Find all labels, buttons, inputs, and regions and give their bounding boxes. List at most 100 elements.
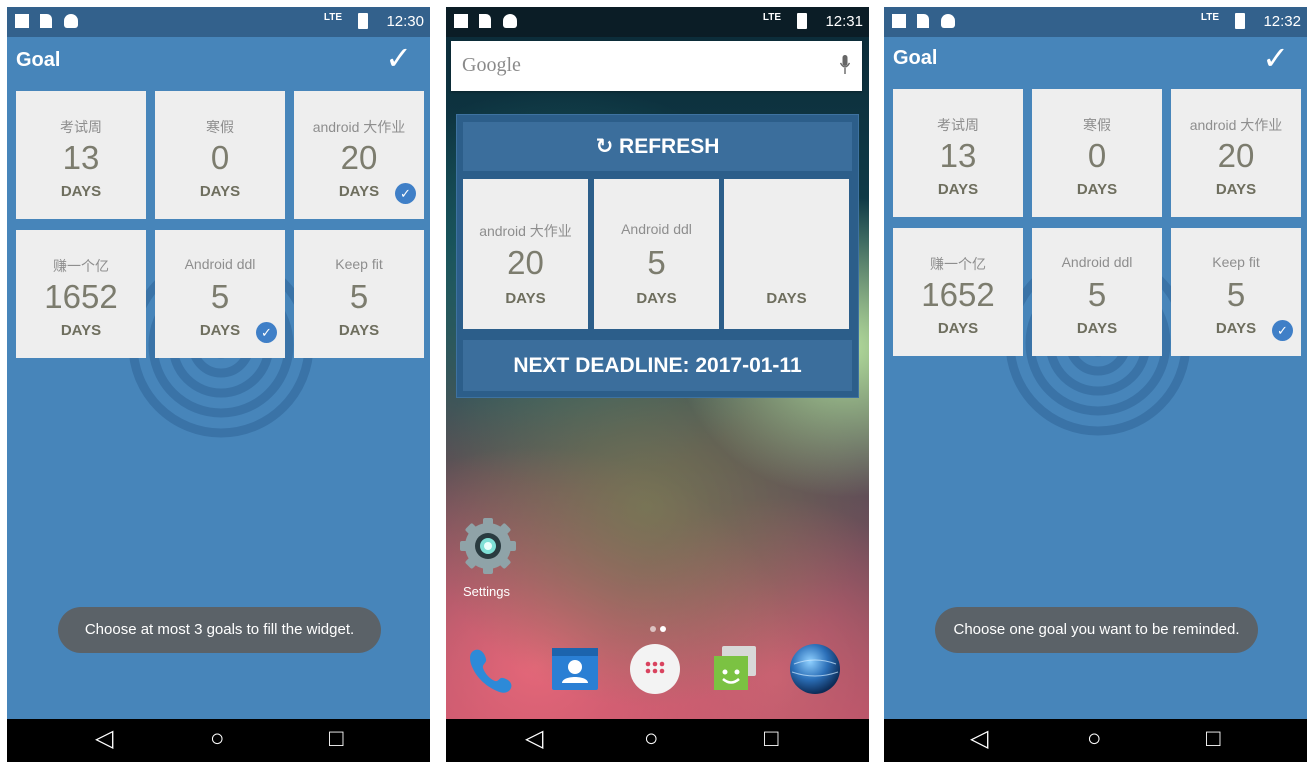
back-icon[interactable]: ◁	[970, 725, 988, 753]
contacts-icon[interactable]	[548, 642, 602, 696]
settings-icon[interactable]	[456, 514, 520, 578]
app-bar: Goal ✓	[7, 37, 430, 83]
goal-tile[interactable]: 赚一个亿 1652 DAYS	[16, 230, 146, 358]
next-deadline-label: NEXT DEADLINE: 2017-01-11	[463, 340, 852, 391]
app-bar: Goal ✓	[884, 37, 1307, 81]
goal-tile[interactable]: 寒假 0 DAYS	[1032, 89, 1162, 217]
goal-name: 寒假	[1083, 117, 1111, 133]
goal-name: 寒假	[206, 119, 234, 135]
goal-days: 20	[340, 139, 378, 176]
goal-unit: DAYS	[937, 320, 979, 337]
status-time: 12:31	[825, 13, 863, 30]
navigation-bar: ◁ ○ □	[7, 719, 430, 762]
app-drawer-icon[interactable]	[628, 642, 682, 696]
app-title: Goal	[893, 47, 938, 69]
goal-days: 1652	[921, 276, 995, 313]
refresh-label: REFRESH	[619, 135, 720, 158]
goal-name: 赚一个亿	[53, 258, 109, 274]
lte-signal-icon: LTE	[323, 12, 342, 23]
goal-unit: DAYS	[1076, 320, 1118, 337]
goal-name: android 大作业	[479, 223, 572, 239]
goal-widget: ↻ REFRESH android 大作业 20 DAYS Android dd…	[456, 114, 859, 398]
goal-name: 考试周	[937, 117, 979, 133]
goal-tile[interactable]: Android ddl 5 DAYS	[1032, 228, 1162, 356]
goal-name: 考试周	[60, 119, 102, 135]
goal-tile[interactable]: Keep fit 5 DAYS ✓	[1171, 228, 1301, 356]
recents-icon[interactable]: □	[1206, 725, 1221, 753]
goal-name: Keep fit	[335, 256, 383, 272]
app-title: Goal	[16, 49, 61, 71]
navigation-bar: ◁ ○ □	[446, 719, 869, 762]
goal-unit: DAYS	[1215, 181, 1257, 198]
status-bar: LTE 12:30	[7, 7, 430, 37]
goal-days: 5	[647, 244, 666, 281]
notification-square-icon	[454, 14, 468, 28]
messaging-icon[interactable]	[708, 642, 762, 696]
goal-tile[interactable]: Android ddl 5 DAYS ✓	[155, 230, 285, 358]
phone-icon[interactable]	[465, 642, 519, 696]
goal-name: Android ddl	[184, 256, 256, 272]
toast-message: Choose one goal you want to be reminded.	[935, 607, 1258, 653]
goal-unit: DAYS	[505, 290, 546, 307]
selected-check-icon: ✓	[1272, 320, 1293, 341]
recents-icon[interactable]: □	[764, 725, 779, 753]
google-logo-text: Google	[462, 54, 521, 76]
check-icon: ✓	[385, 40, 412, 76]
battery-icon	[358, 13, 368, 29]
mic-icon[interactable]	[840, 55, 850, 75]
goal-tile[interactable]: 赚一个亿 1652 DAYS	[893, 228, 1023, 356]
goal-tile[interactable]: 考试周 13 DAYS	[893, 89, 1023, 217]
goal-days: 1652	[44, 278, 118, 315]
selected-check-icon: ✓	[256, 322, 277, 343]
goal-name: android 大作业	[312, 119, 406, 135]
goal-tile[interactable]: 考试周 13 DAYS	[16, 91, 146, 219]
goal-tile[interactable]: 寒假 0 DAYS	[155, 91, 285, 219]
goal-unit: DAYS	[766, 290, 807, 307]
android-debug-icon	[64, 14, 78, 28]
goal-unit: DAYS	[60, 322, 102, 339]
goal-days: 13	[62, 139, 100, 176]
refresh-button[interactable]: ↻ REFRESH	[463, 122, 852, 171]
notification-square-icon	[15, 14, 29, 28]
goal-days: 5	[1226, 276, 1246, 313]
confirm-button[interactable]: ✓	[385, 41, 412, 75]
phone-screen-goal-remind: LTE 12:32 Goal ✓ 考试周 13 DAYS 寒假 0 DAYS a…	[884, 7, 1307, 762]
goal-unit: DAYS	[1076, 181, 1118, 198]
back-icon[interactable]: ◁	[525, 725, 543, 753]
goal-name: Android ddl	[1061, 254, 1133, 270]
widget-goal-tile[interactable]: android 大作业 20 DAYS	[463, 179, 588, 329]
goal-days: 20	[1217, 137, 1255, 174]
recents-icon[interactable]: □	[329, 725, 344, 753]
home-icon[interactable]: ○	[210, 725, 225, 753]
confirm-button[interactable]: ✓	[1262, 41, 1289, 75]
lte-signal-icon: LTE	[1200, 12, 1219, 23]
goal-days: 0	[210, 139, 230, 176]
goal-unit: DAYS	[937, 181, 979, 198]
page-dot	[660, 626, 666, 632]
status-bar: LTE 12:31	[446, 7, 869, 37]
google-search-bar[interactable]: Google	[451, 41, 862, 91]
page-dot	[650, 626, 656, 632]
goal-days: 5	[1087, 276, 1107, 313]
widget-goal-tile[interactable]: DAYS	[724, 179, 849, 329]
home-icon[interactable]: ○	[644, 725, 659, 753]
goal-days: 13	[939, 137, 977, 174]
battery-icon	[797, 13, 807, 29]
goal-unit: DAYS	[338, 322, 380, 339]
home-icon[interactable]: ○	[1087, 725, 1102, 753]
refresh-icon: ↻	[595, 135, 614, 158]
settings-label: Settings	[463, 584, 510, 599]
notification-square-icon	[892, 14, 906, 28]
goal-tile[interactable]: android 大作业 20 DAYS ✓	[294, 91, 424, 219]
sd-card-icon	[40, 14, 52, 28]
goal-tile[interactable]: android 大作业 20 DAYS	[1171, 89, 1301, 217]
status-bar: LTE 12:32	[884, 7, 1307, 37]
goal-unit: DAYS	[199, 183, 241, 200]
goal-days: 20	[507, 244, 544, 281]
back-icon[interactable]: ◁	[95, 725, 113, 753]
goal-name: android 大作业	[1189, 117, 1283, 133]
browser-icon[interactable]	[788, 642, 842, 696]
goal-tile[interactable]: Keep fit 5 DAYS	[294, 230, 424, 358]
toast-message: Choose at most 3 goals to fill the widge…	[58, 607, 381, 653]
widget-goal-tile[interactable]: Android ddl 5 DAYS	[594, 179, 719, 329]
